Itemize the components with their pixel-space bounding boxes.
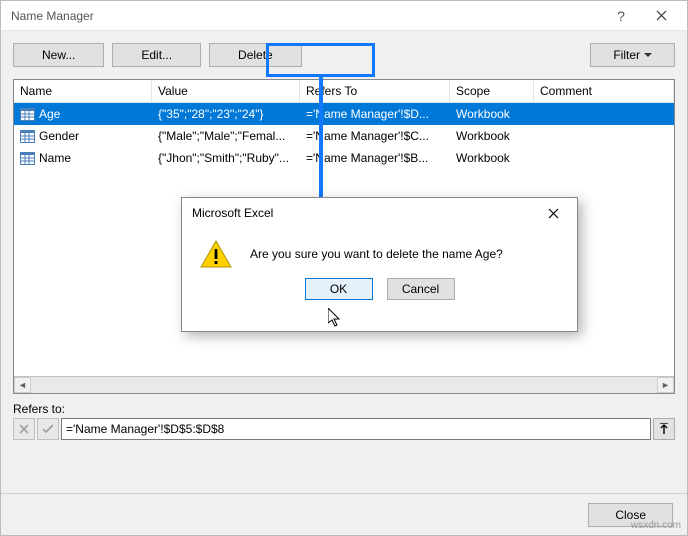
watermark: wsxdn.com bbox=[631, 520, 681, 531]
filter-label: Filter bbox=[613, 48, 640, 62]
cell-refers: ='Name Manager'!$D... bbox=[300, 103, 450, 125]
warning-icon bbox=[200, 240, 232, 268]
cell-name: Age bbox=[39, 107, 60, 121]
cancel-edit-button[interactable] bbox=[13, 418, 35, 440]
confirm-edit-button[interactable] bbox=[37, 418, 59, 440]
col-scope[interactable]: Scope bbox=[450, 80, 534, 102]
table-row[interactable]: Age {"35";"28";"23";"24"} ='Name Manager… bbox=[14, 103, 674, 125]
cell-name: Gender bbox=[39, 129, 79, 143]
cell-name: Name bbox=[39, 151, 71, 165]
titlebar: Name Manager ? bbox=[1, 1, 687, 31]
dialog-message: Are you sure you want to delete the name… bbox=[250, 247, 503, 261]
cell-refers: ='Name Manager'!$C... bbox=[300, 125, 450, 147]
help-button[interactable]: ? bbox=[601, 1, 641, 31]
table-row[interactable]: Name {"Jhon";"Smith";"Ruby"... ='Name Ma… bbox=[14, 147, 674, 169]
refers-to-input[interactable] bbox=[61, 418, 651, 440]
cell-value: {"Male";"Male";"Femal... bbox=[152, 125, 300, 147]
cell-value: {"35";"28";"23";"24"} bbox=[152, 103, 300, 125]
cell-refers: ='Name Manager'!$B... bbox=[300, 147, 450, 169]
col-value[interactable]: Value bbox=[152, 80, 300, 102]
scroll-left-button[interactable]: ◄ bbox=[14, 377, 31, 393]
cell-comment bbox=[534, 147, 674, 169]
cancel-button[interactable]: Cancel bbox=[387, 278, 455, 300]
cell-value: {"Jhon";"Smith";"Ruby"... bbox=[152, 147, 300, 169]
horizontal-scrollbar[interactable]: ◄ ► bbox=[14, 376, 674, 393]
table-icon bbox=[20, 152, 35, 165]
scroll-right-button[interactable]: ► bbox=[657, 377, 674, 393]
new-button[interactable]: New... bbox=[13, 43, 104, 67]
col-refers[interactable]: Refers To bbox=[300, 80, 450, 102]
col-comment[interactable]: Comment bbox=[534, 80, 674, 102]
range-picker-button[interactable] bbox=[653, 418, 675, 440]
close-window-button[interactable] bbox=[641, 1, 681, 31]
window-title: Name Manager bbox=[11, 9, 601, 23]
confirm-dialog: Microsoft Excel Are you sure you want to… bbox=[181, 197, 578, 332]
table-icon bbox=[20, 108, 35, 121]
cell-scope: Workbook bbox=[450, 125, 534, 147]
dialog-title: Microsoft Excel bbox=[192, 206, 533, 220]
cell-comment bbox=[534, 103, 674, 125]
filter-button[interactable]: Filter bbox=[590, 43, 675, 67]
cell-scope: Workbook bbox=[450, 147, 534, 169]
dialog-close-button[interactable] bbox=[533, 200, 573, 226]
scroll-track[interactable] bbox=[31, 377, 657, 393]
edit-button[interactable]: Edit... bbox=[112, 43, 201, 67]
delete-button[interactable]: Delete bbox=[209, 43, 302, 67]
refers-to-label: Refers to: bbox=[13, 402, 65, 416]
ok-button[interactable]: OK bbox=[305, 278, 373, 300]
grid-header: Name Value Refers To Scope Comment bbox=[14, 80, 674, 103]
col-name[interactable]: Name bbox=[14, 80, 152, 102]
cell-scope: Workbook bbox=[450, 103, 534, 125]
table-icon bbox=[20, 130, 35, 143]
cell-comment bbox=[534, 125, 674, 147]
table-row[interactable]: Gender {"Male";"Male";"Femal... ='Name M… bbox=[14, 125, 674, 147]
chevron-down-icon bbox=[644, 53, 652, 57]
